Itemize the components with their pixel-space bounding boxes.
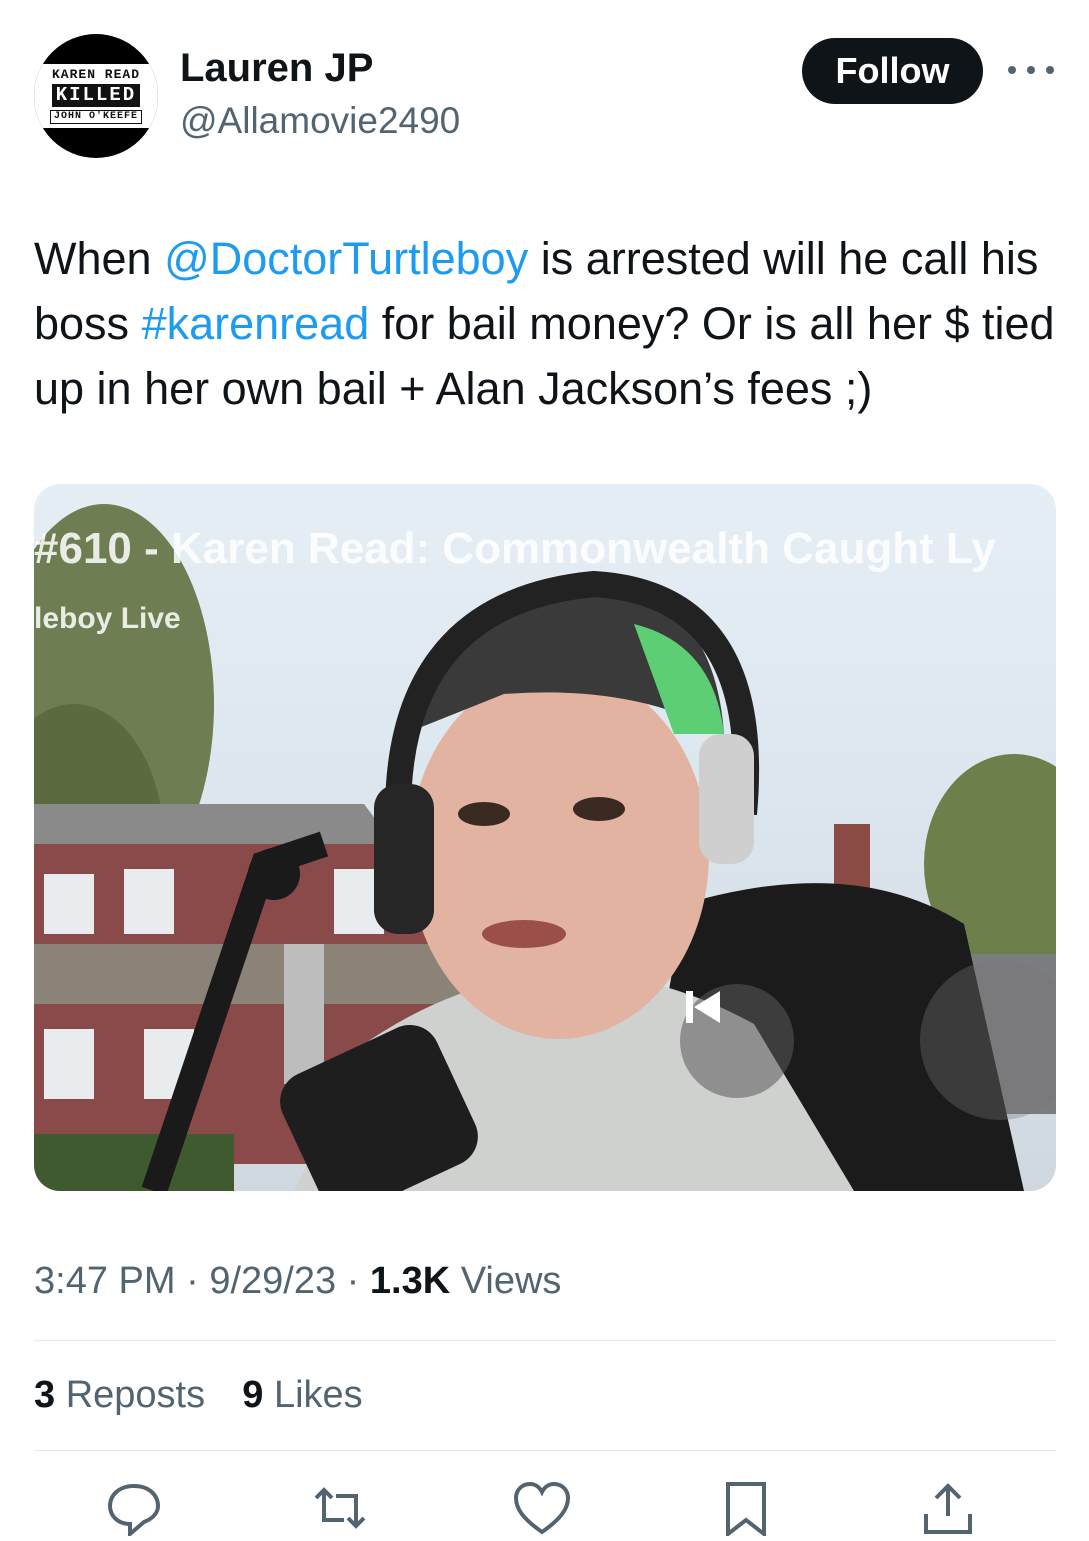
views-count: 1.3K [369, 1260, 451, 1302]
likes-stat[interactable]: 9 Likes [242, 1374, 362, 1416]
likes-count: 9 [242, 1374, 264, 1416]
reply-icon[interactable] [104, 1480, 164, 1539]
mention-link[interactable]: @DoctorTurtleboy [164, 233, 528, 284]
tweet-text: When @DoctorTurtleboy is arrested will h… [34, 226, 1064, 421]
share-icon[interactable] [918, 1480, 978, 1536]
video-channel: leboy Live [34, 602, 181, 635]
hashtag-link[interactable]: #karenread [142, 298, 370, 349]
reposts-label: Reposts [65, 1374, 206, 1416]
avatar-line-2: KILLED [51, 84, 141, 107]
tweet-time: 3:47 PM [34, 1260, 176, 1302]
avatar-line-3: JOHN O'KEEFE [49, 110, 142, 124]
tweet-date: 9/29/23 [209, 1260, 337, 1302]
more-options-icon[interactable] [1008, 50, 1054, 90]
user-name[interactable]: Lauren JP [180, 46, 373, 91]
avatar-logo: KAREN READ KILLED JOHN O'KEEFE [34, 64, 158, 128]
rewind-button[interactable] [680, 984, 794, 1098]
avatar-line-1: KAREN READ [51, 67, 140, 82]
tweet-meta: 3:47 PM · 9/29/23 · 1.3K Views [34, 1260, 562, 1302]
divider [34, 1340, 1056, 1341]
tweet-stats: 3 Reposts 9 Likes [34, 1374, 363, 1417]
reposts-count: 3 [34, 1374, 56, 1416]
video-frame [34, 504, 1056, 1191]
skip-back-icon [686, 991, 720, 1023]
like-icon[interactable] [512, 1480, 572, 1536]
action-bar [0, 1480, 1089, 1539]
user-handle[interactable]: @Allamovie2490 [180, 100, 460, 142]
reposts-stat[interactable]: 3 Reposts [34, 1374, 216, 1416]
divider [34, 1450, 1056, 1451]
video-title: #610 - Karen Read: Commonwealth Caught L… [34, 524, 996, 573]
repost-icon[interactable] [310, 1480, 370, 1536]
video-player[interactable]: #610 - Karen Read: Commonwealth Caught L… [34, 484, 1056, 1191]
views-label: Views [460, 1260, 562, 1302]
avatar[interactable]: KAREN READ KILLED JOHN O'KEEFE [34, 34, 158, 158]
bookmark-icon[interactable] [716, 1480, 776, 1539]
likes-label: Likes [273, 1374, 363, 1416]
follow-button[interactable]: Follow [802, 38, 983, 104]
tweet-text-part: When [34, 233, 165, 284]
